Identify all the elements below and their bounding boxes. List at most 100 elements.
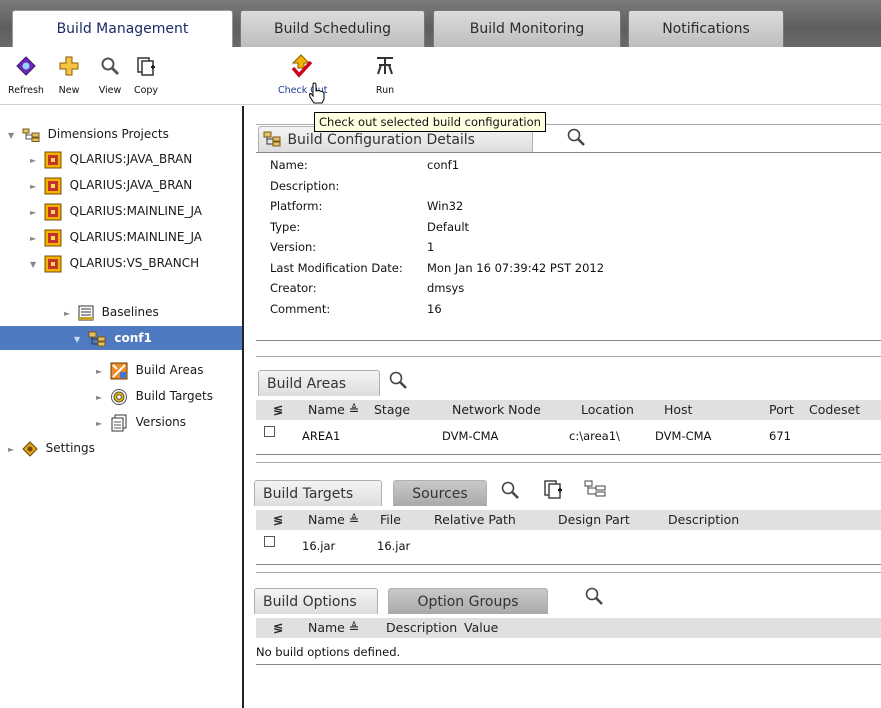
collapse-arrow-icon[interactable]: ► [30,227,40,251]
checkout-tooltip: Check out selected build configuration [314,112,546,132]
target-icon [110,388,127,405]
detail-label: Platform: [270,199,323,213]
targets-top-divider [256,462,881,463]
search-icon[interactable] [388,370,408,390]
search-icon[interactable] [566,127,586,147]
tab-sources[interactable]: Sources [393,480,487,506]
table-row[interactable]: AREA1 DVM-CMA c:\area1\ DVM-CMA 671 [256,426,881,446]
view-button[interactable]: View [95,53,125,96]
collapse-arrow-icon[interactable]: ► [30,201,40,225]
new-button[interactable]: New [54,53,84,96]
sort-menu-icon[interactable]: ≶ [273,400,283,420]
column-design-part[interactable]: Design Part [558,510,630,530]
column-value[interactable]: Value [464,618,498,638]
tab-option-groups[interactable]: Option Groups [388,588,548,614]
detail-label: Comment: [270,301,331,316]
column-location[interactable]: Location [581,400,634,420]
checkout-icon [291,54,313,78]
tab-build-management[interactable]: Build Management [12,10,233,47]
row-checkbox[interactable] [264,536,275,547]
tab-notifications[interactable]: Notifications [628,10,784,47]
settings-icon [22,440,38,457]
collapse-arrow-icon[interactable]: ► [30,149,40,173]
tree-project[interactable]: ► QLARIUS:JAVA_BRAN [30,147,192,171]
column-name[interactable]: Name ≜ [308,400,359,420]
tree-root-dimensions-projects[interactable]: ▼ Dimensions Projects [8,122,169,146]
detail-label: Last Modification Date: [270,260,403,275]
tree-project[interactable]: ► QLARIUS:JAVA_BRAN [30,173,192,197]
row-checkbox[interactable] [264,426,275,437]
column-stage[interactable]: Stage [374,400,410,420]
tree-baselines[interactable]: ► Baselines [64,300,159,324]
sort-menu-icon[interactable]: ≶ [273,618,283,638]
toolbar: Refresh New View Copy Check Out Run [0,47,881,105]
tree-project-vs-branch[interactable]: ▼ QLARIUS:VS_BRANCH [30,251,199,275]
areas-top-divider [256,356,881,357]
column-network-node[interactable]: Network Node [452,400,541,420]
detail-label: Creator: [270,281,317,295]
run-button[interactable]: Run [370,53,400,96]
top-tab-bar: Build Management Build Scheduling Build … [0,0,881,47]
sort-menu-icon[interactable]: ≶ [273,510,283,530]
tree-build-targets[interactable]: ► Build Targets [96,384,213,408]
empty-message: No build options defined. [256,645,401,659]
column-name[interactable]: Name ≜ [308,618,359,638]
column-host[interactable]: Host [664,400,692,420]
column-name[interactable]: Name ≜ [308,510,359,530]
build-config-icon [263,131,281,147]
build-areas-column-header: ≶ Name ≜ Stage Network Node Location Hos… [256,400,881,420]
collapse-arrow-icon[interactable]: ► [8,438,18,462]
expand-arrow-icon[interactable]: ▼ [8,124,18,148]
project-icon [44,229,62,246]
tree-settings[interactable]: ► Settings [8,436,95,460]
targets-bottom-divider [256,564,881,565]
hierarchy-icon [22,128,40,142]
search-icon[interactable] [500,480,520,500]
refresh-button[interactable]: Refresh [6,53,46,96]
tree-project[interactable]: ► QLARIUS:MAINLINE_JA [30,225,202,249]
tree-build-areas[interactable]: ► Build Areas [96,358,203,382]
column-description[interactable]: Description [668,510,739,530]
collapse-arrow-icon[interactable]: ► [96,360,106,384]
collapse-arrow-icon[interactable]: ► [96,412,106,436]
copy-icon[interactable] [542,478,564,500]
hierarchy-icon[interactable] [584,480,606,498]
column-port[interactable]: Port [769,400,794,420]
expand-arrow-icon[interactable]: ▼ [30,253,40,277]
tree-versions[interactable]: ► Versions [96,410,186,434]
refresh-icon [16,56,36,76]
tab-build-areas[interactable]: Build Areas [258,370,380,396]
detail-value: 1 [427,240,435,254]
project-icon [44,151,62,168]
collapse-arrow-icon[interactable]: ► [30,175,40,199]
collapse-arrow-icon[interactable]: ► [64,302,74,326]
detail-label: Version: [270,240,317,254]
column-relative-path[interactable]: Relative Path [434,510,516,530]
collapse-arrow-icon[interactable]: ► [96,386,106,410]
run-icon [377,57,393,75]
navigation-tree: ▼ Dimensions Projects ► QLARIUS:JAVA_BRA… [0,106,244,708]
tab-build-monitoring[interactable]: Build Monitoring [433,10,621,47]
detail-label: Description: [270,178,340,193]
tab-build-targets[interactable]: Build Targets [254,480,382,506]
baselines-icon [78,305,94,320]
column-description[interactable]: Description [386,618,457,638]
tab-build-scheduling[interactable]: Build Scheduling [240,10,425,47]
copy-button[interactable]: Copy [131,53,161,96]
table-row[interactable]: 16.jar 16.jar [256,536,881,556]
plus-icon [59,56,79,76]
detail-value: Mon Jan 16 07:39:42 PST 2012 [427,260,605,275]
project-icon [44,255,62,272]
tab-build-options[interactable]: Build Options [254,588,378,614]
column-codeset[interactable]: Codeset [809,400,860,420]
search-icon[interactable] [584,586,604,606]
expand-arrow-icon[interactable]: ▼ [74,328,84,352]
detail-value: Default [427,219,470,234]
column-file[interactable]: File [380,510,401,530]
project-icon [44,203,62,220]
build-options-column-header: ≶ Name ≜ Description Value [256,618,881,638]
copy-icon [137,57,155,76]
details-header-divider [256,152,881,153]
tree-item-conf1-selected[interactable]: ▼ conf1 [0,326,242,350]
tree-project[interactable]: ► QLARIUS:MAINLINE_JA [30,199,202,223]
